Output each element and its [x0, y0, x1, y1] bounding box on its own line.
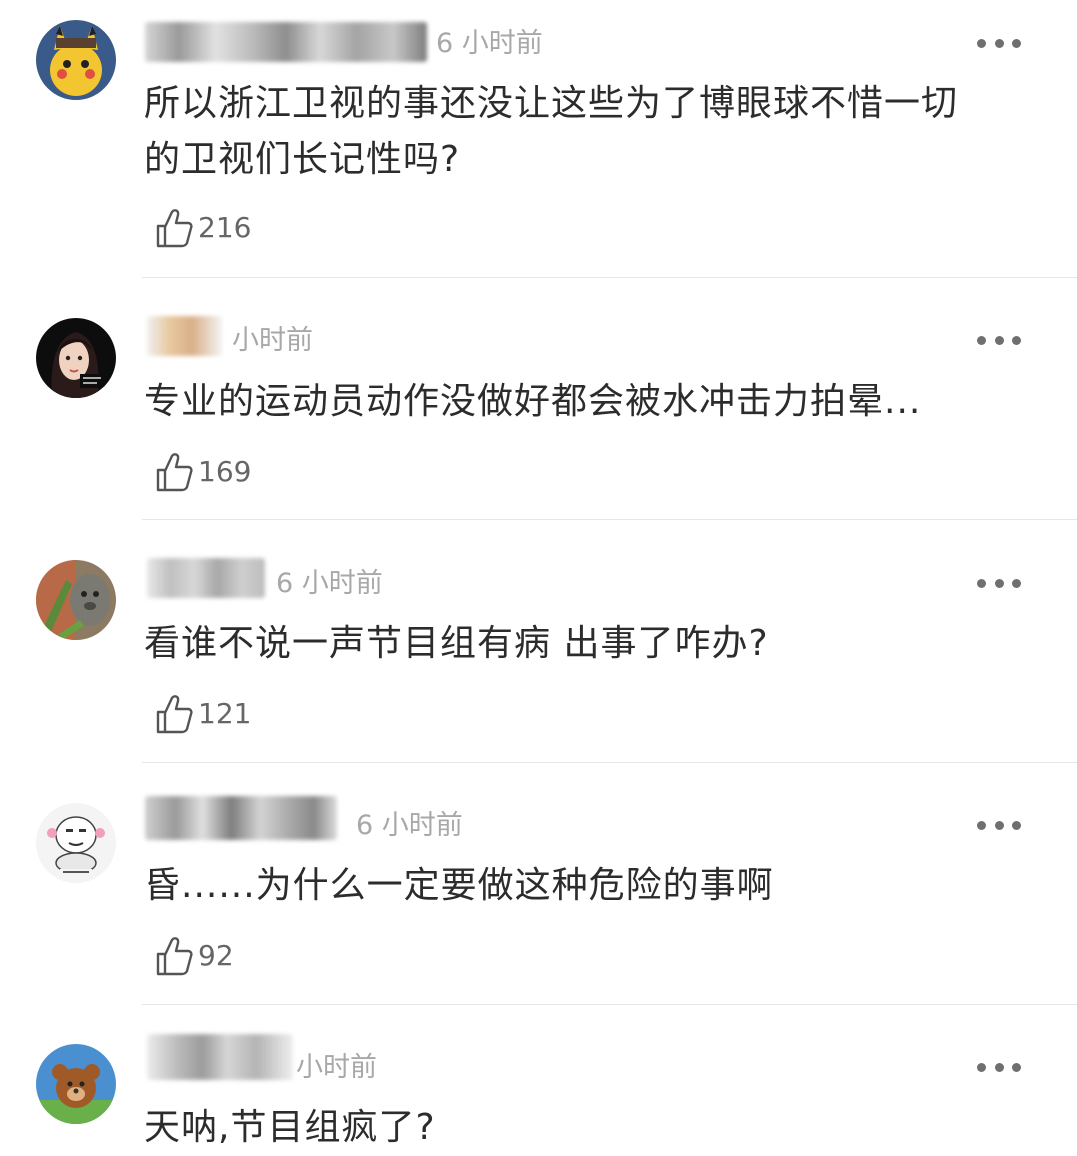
divider — [142, 277, 1077, 278]
timestamp: 6 小时前 — [356, 810, 463, 841]
like-count: 121 — [198, 697, 252, 730]
username-blurred[interactable] — [147, 316, 222, 356]
avatar[interactable] — [36, 318, 116, 398]
more-dots-icon[interactable] — [977, 818, 1021, 832]
username-blurred[interactable] — [147, 1034, 293, 1080]
more-dots-icon[interactable] — [977, 1060, 1021, 1074]
like-count: 92 — [198, 939, 234, 972]
thumbs-up-icon — [156, 453, 193, 492]
comment-text: 天呐,节目组疯了? — [144, 1107, 436, 1148]
divider — [142, 519, 1077, 520]
avatar[interactable] — [36, 803, 116, 883]
timestamp: 小时前 — [232, 325, 313, 356]
thumbs-up-icon — [156, 209, 193, 248]
avatar[interactable] — [36, 1044, 116, 1124]
timestamp: 小时前 — [296, 1052, 377, 1083]
like-button[interactable]: 169 — [154, 450, 251, 494]
divider — [142, 1004, 1077, 1005]
comment-text: 看谁不说一声节目组有病 出事了咋办? — [144, 623, 769, 664]
avatar[interactable] — [36, 20, 116, 100]
thumbs-up-icon — [156, 695, 193, 734]
more-dots-icon[interactable] — [977, 576, 1021, 590]
username-blurred[interactable] — [145, 22, 427, 62]
comment-text: 所以浙江卫视的事还没让这些为了博眼球不惜一切 的卫视们长记性吗? — [144, 83, 959, 180]
comment-text: 专业的运动员动作没做好都会被水冲击力拍晕... — [144, 381, 922, 422]
divider — [142, 762, 1077, 763]
like-count: 216 — [198, 211, 252, 244]
avatar[interactable] — [36, 560, 116, 640]
more-dots-icon[interactable] — [977, 333, 1021, 347]
more-dots-icon[interactable] — [977, 36, 1021, 50]
like-button[interactable]: 121 — [154, 692, 251, 736]
timestamp: 6 小时前 — [276, 568, 383, 599]
timestamp: 6 小时前 — [436, 28, 543, 59]
comment-text: 昏......为什么一定要做这种危险的事啊 — [144, 865, 774, 906]
thumbs-up-icon — [156, 937, 193, 976]
like-button[interactable]: 216 — [154, 206, 251, 250]
username-blurred[interactable] — [147, 558, 265, 598]
like-count: 169 — [198, 455, 252, 488]
username-blurred[interactable] — [145, 796, 337, 840]
like-button[interactable]: 92 — [154, 934, 234, 978]
